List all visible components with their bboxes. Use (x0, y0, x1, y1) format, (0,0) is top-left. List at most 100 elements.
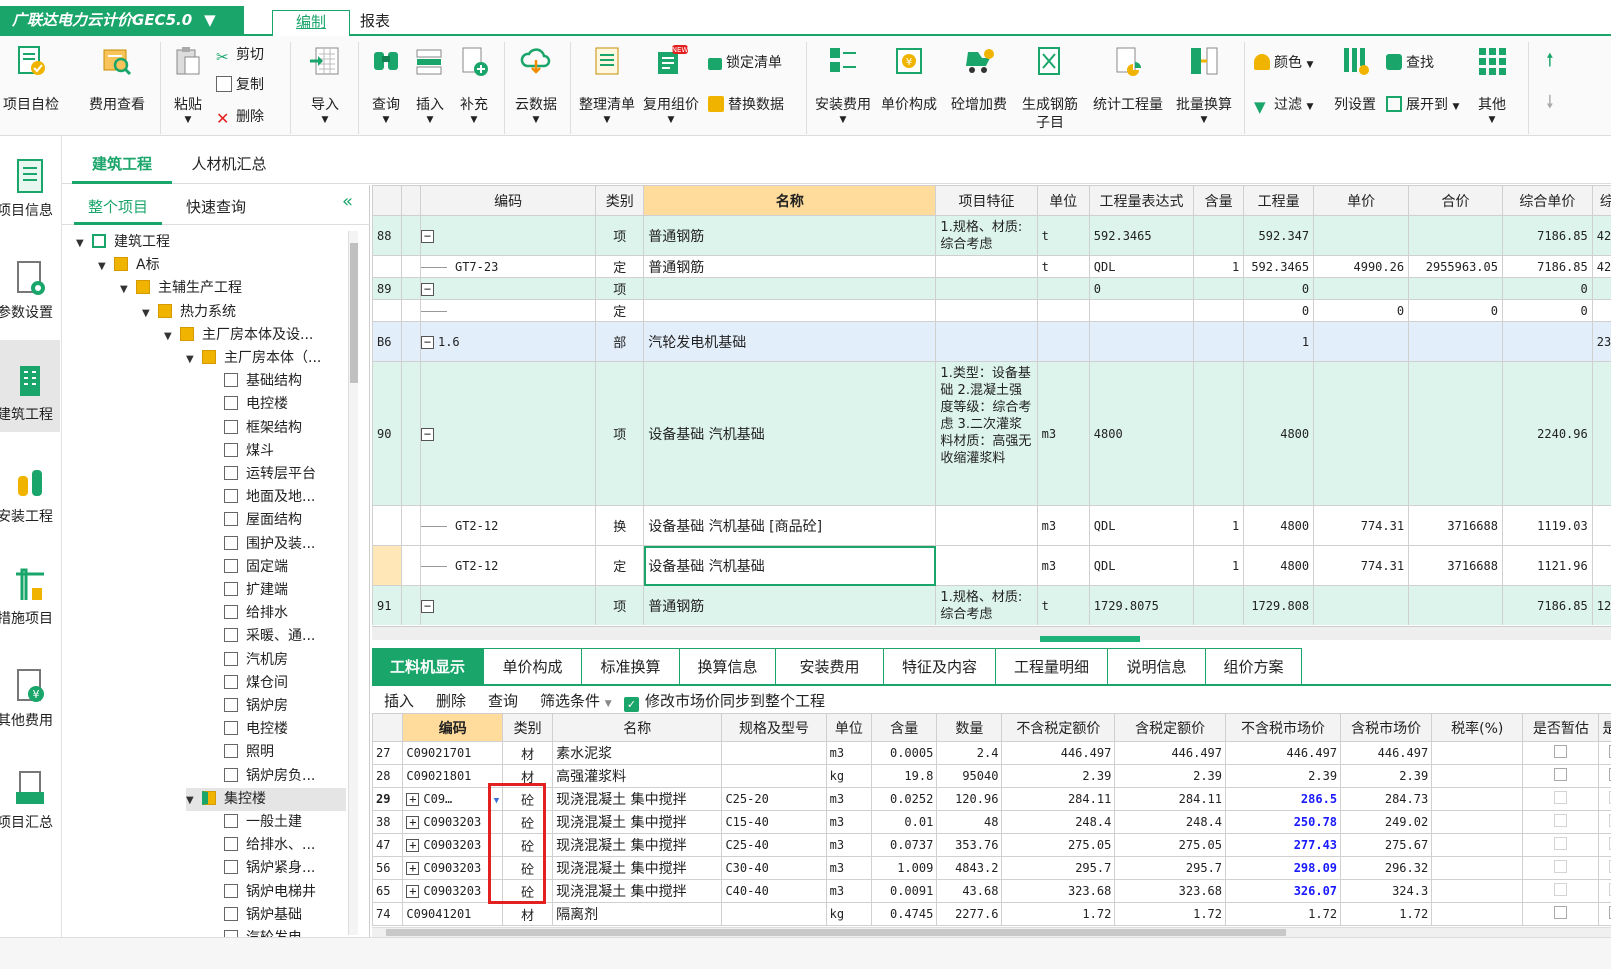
tree-node[interactable]: 汽轮发电... (208, 927, 315, 937)
bill-content[interactable] (1193, 215, 1245, 256)
resource-spec[interactable]: C15-40 (721, 810, 827, 834)
resource-header-is-estimate[interactable]: 是否暂估 (1522, 713, 1600, 742)
resource-spec[interactable] (721, 764, 827, 788)
fee-view-button[interactable]: 费用查看 (82, 42, 152, 134)
estimate-checkbox[interactable] (1554, 836, 1568, 850)
resource-quota-price-inc-tax[interactable]: 323.68 (1114, 879, 1227, 903)
move-down-icon[interactable]: 🠗 (1546, 92, 1554, 114)
estimate-checkbox[interactable] (1554, 905, 1568, 919)
dropdown-arrow-icon[interactable]: ▼ (494, 796, 499, 806)
bill-total[interactable] (1408, 321, 1503, 362)
bill-row[interactable]: GT7-23 定普通钢筋 t QDL 1 592.3465 4990.26 2955963.0… (372, 255, 1611, 278)
bill-features[interactable] (935, 321, 1038, 362)
tree-node[interactable]: 煤仓间 (208, 672, 288, 695)
resource-quota-price-ex-tax[interactable]: 2.39 (1001, 764, 1116, 788)
tree-scrollbar[interactable] (348, 231, 358, 935)
detail-tab[interactable]: 换算信息 (680, 648, 776, 684)
bill-code-cell[interactable]: GT2-12 (419, 505, 597, 546)
bill-row[interactable]: GT2-12 换设备基础 汽机基础 [商品砼] m3 QDL 1 4800 774.31 37… (372, 505, 1611, 546)
bill-header-extra[interactable]: 综 (1591, 185, 1611, 216)
bill-category[interactable]: 换 (595, 505, 645, 546)
expand-chevron-icon[interactable]: ▼ (76, 232, 92, 255)
resource-header-code[interactable]: 编码 (402, 713, 504, 742)
resource-unit[interactable]: m3 (825, 856, 873, 880)
bill-expr[interactable]: 1729.8075 (1088, 585, 1195, 625)
bill-row[interactable]: 88 − 项普通钢筋 1.规格、材质:综合考虑 t 592.3465 592.347 7186… (372, 215, 1611, 256)
resource-market-price-ex-tax[interactable]: 298.09 (1225, 856, 1342, 880)
resource-category[interactable]: 材 (502, 764, 554, 788)
bill-name[interactable]: 普通钢筋 (643, 585, 937, 625)
bill-name[interactable]: 设备基础 汽机基础 (643, 361, 937, 506)
collapse-box-icon[interactable]: − (421, 229, 434, 243)
resource-quota-price-ex-tax[interactable]: 275.05 (1001, 833, 1116, 857)
bill-content[interactable]: 1 (1193, 505, 1245, 546)
tree-node[interactable]: 锅炉基础 (208, 904, 302, 927)
bill-category[interactable]: 部 (595, 321, 645, 362)
bill-comp-price[interactable] (1501, 321, 1593, 362)
bill-features[interactable]: 1.规格、材质:综合考虑 (935, 585, 1038, 625)
expand-box-icon[interactable]: + (406, 862, 420, 875)
bill-comp-price[interactable]: 1119.03 (1501, 505, 1593, 546)
resource-quota-price-inc-tax[interactable]: 284.11 (1114, 787, 1227, 811)
bill-category[interactable]: 项 (595, 215, 645, 256)
resource-header-qty[interactable]: 数量 (936, 713, 1003, 742)
bill-code-cell[interactable]: − (419, 215, 597, 256)
bill-category[interactable]: 项 (595, 585, 645, 625)
bill-header-comp-price[interactable]: 综合单价 (1501, 185, 1593, 216)
bill-category[interactable]: 项 (595, 277, 645, 300)
bill-features[interactable] (935, 545, 1038, 586)
bill-price[interactable]: 4990.26 (1313, 255, 1410, 278)
resource-content[interactable]: 0.01 (871, 810, 938, 834)
bill-features[interactable]: 1.类型：设备基础 2.混凝土强度等级：综合考虑 3.二次灌浆料材质：高强无收缩… (935, 361, 1038, 506)
bill-code-cell[interactable]: − (419, 361, 597, 506)
menu-tab-edit[interactable]: 编制 (272, 10, 350, 36)
expand-box-icon[interactable]: + (406, 816, 420, 829)
bill-features[interactable] (935, 255, 1038, 278)
resource-extra[interactable] (1598, 787, 1611, 811)
resource-quota-price-inc-tax[interactable]: 275.05 (1114, 833, 1227, 857)
resource-code-cell[interactable]: C09021801 (402, 764, 504, 788)
bill-expr[interactable] (1088, 299, 1195, 322)
bill-price[interactable]: 774.31 (1313, 545, 1410, 586)
resource-row[interactable]: 27 C09021701 材素水泥浆 m3 0.0005 2.4 446.497 446.49… (372, 741, 1611, 765)
bill-price[interactable] (1313, 277, 1410, 300)
replace-data-button[interactable]: 替换数据 (708, 94, 784, 116)
bill-content[interactable]: 1 (1193, 255, 1245, 278)
expand-to-button[interactable]: 展开到 ▼ (1386, 94, 1459, 116)
resource-header-market-price-inc-tax[interactable]: 含税市场价 (1340, 713, 1433, 742)
bill-code-cell[interactable]: − (419, 585, 597, 625)
bill-features[interactable]: 1.规格、材质:综合考虑 (935, 215, 1038, 256)
bill-code-cell[interactable]: GT7-23 (419, 255, 597, 278)
estimate-checkbox[interactable] (1554, 859, 1568, 873)
resource-header-extra[interactable]: 是否 (1598, 713, 1611, 742)
tree-node[interactable]: 围护及装... (208, 533, 315, 556)
resource-spec[interactable] (721, 741, 827, 765)
resource-qty[interactable]: 2.4 (936, 741, 1003, 765)
resource-header-market-price-ex-tax[interactable]: 不含税市场价 (1225, 713, 1342, 742)
detail-insert-button[interactable]: 插入 (384, 690, 414, 711)
resource-header-category[interactable]: 类别 (502, 713, 554, 742)
resource-content[interactable]: 0.0005 (871, 741, 938, 765)
resource-tax-rate[interactable] (1431, 833, 1524, 857)
bill-unit[interactable]: m3 (1036, 545, 1090, 586)
color-button[interactable]: 颜色 ▼ (1254, 52, 1313, 74)
lock-list-button[interactable]: 锁定清单 (708, 52, 782, 74)
bill-comp-price[interactable]: 1121.96 (1501, 545, 1593, 586)
resource-code-cell[interactable]: + C0903203 (402, 856, 504, 880)
bill-unit[interactable] (1036, 321, 1090, 362)
resource-content[interactable]: 0.0252 (871, 787, 938, 811)
resource-qty[interactable]: 2277.6 (936, 902, 1003, 926)
resource-row[interactable]: 56 + C0903203 砼现浇混凝土 集中搅拌 C30-40 m3 1.009 4843.… (372, 856, 1611, 880)
bill-header-name[interactable]: 名称 (643, 185, 937, 216)
bill-total[interactable] (1408, 277, 1503, 300)
resource-hscrollbar[interactable] (372, 927, 1611, 937)
bill-qty[interactable]: 4800 (1243, 545, 1315, 586)
bill-content[interactable] (1193, 299, 1245, 322)
resource-row[interactable]: 28 C09021801 材高强灌浆料 kg 19.8 95040 2.39 2.39 2.39… (372, 764, 1611, 788)
resource-tax-rate[interactable] (1431, 764, 1524, 788)
resource-spec[interactable] (721, 902, 827, 926)
sync-market-price-checkbox[interactable]: ✓ 修改市场价同步到整个工程 (624, 690, 825, 712)
expand-chevron-icon[interactable]: ▼ (98, 255, 114, 278)
tree-node[interactable]: 锅炉电梯井 (208, 881, 316, 904)
resource-row[interactable]: 74 C09041201 材隔离剂 kg 0.4745 2277.6 1.72 1.72 1.7… (372, 902, 1611, 926)
